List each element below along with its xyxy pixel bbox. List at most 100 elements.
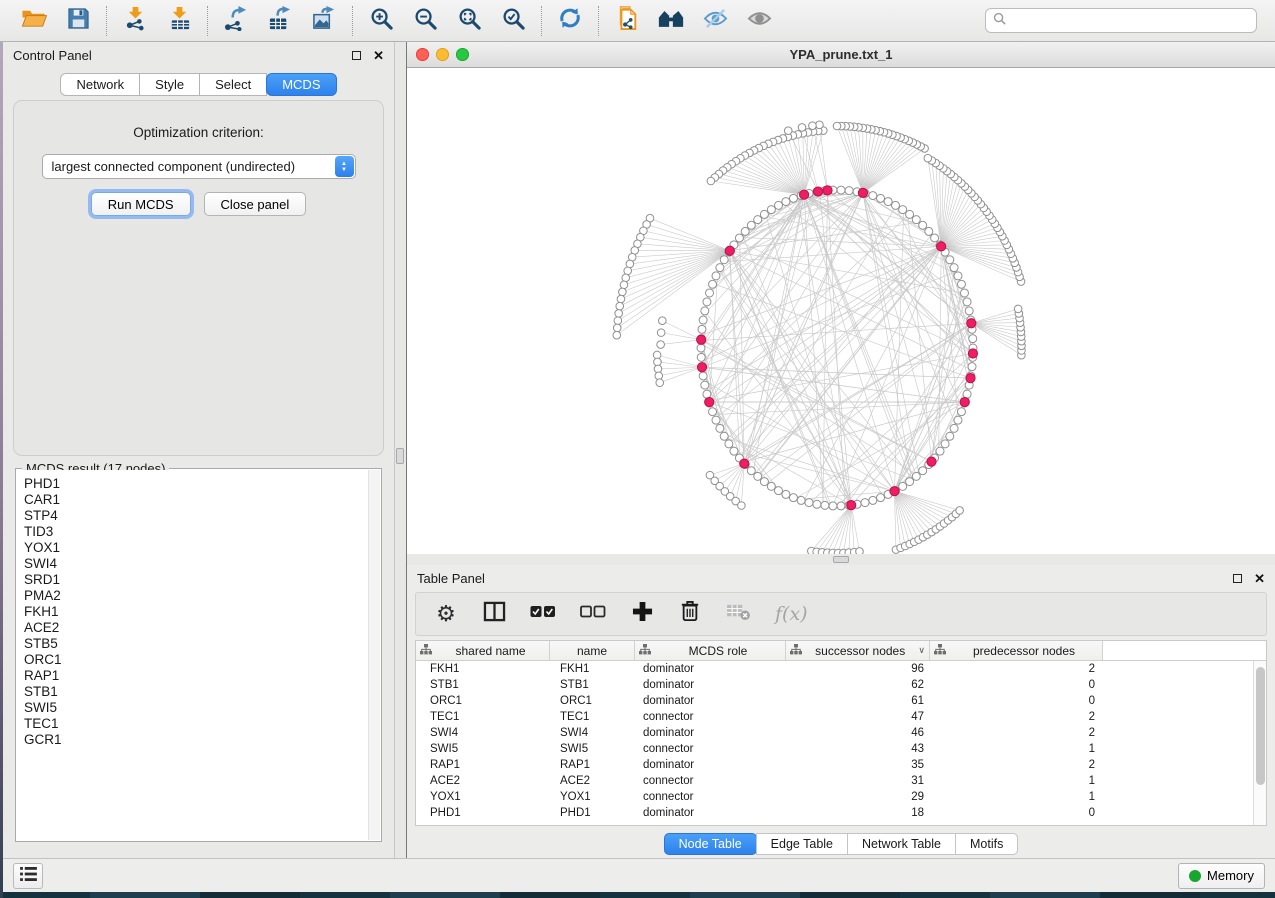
zoom-fit-button[interactable] [455,7,483,35]
graph-node[interactable] [754,472,762,480]
table-row[interactable]: RAP1RAP1dominator352 [416,757,1253,773]
export-image-button[interactable] [310,7,338,35]
result-list-item[interactable]: RAP1 [24,668,368,684]
graph-node[interactable] [809,122,817,130]
graph-node[interactable] [767,206,775,214]
hide-selected-button[interactable] [701,7,729,35]
result-list-item[interactable]: STB1 [24,684,368,700]
tab-network-table[interactable]: Network Table [847,833,956,855]
graph-node[interactable] [869,496,877,504]
graph-node[interactable] [798,124,806,132]
close-panel-icon[interactable]: ✕ [373,49,384,62]
result-list-item[interactable]: SWI5 [24,700,368,716]
graph-node[interactable] [829,502,837,510]
result-list-item[interactable]: STB5 [24,636,368,652]
graph-node[interactable] [698,325,706,333]
graph-node[interactable] [775,201,783,209]
graph-hub-node[interactable] [927,457,936,466]
graph-node[interactable] [614,317,622,325]
graph-node[interactable] [616,302,624,310]
graph-node[interactable] [954,272,962,280]
graph-node[interactable] [912,216,920,224]
graph-node[interactable] [619,288,627,296]
graph-node[interactable] [654,358,662,366]
graph-node[interactable] [712,416,720,424]
graph-node[interactable] [622,274,630,282]
column-header-successor-nodes[interactable]: successor nodes∨ [786,641,930,661]
result-list-item[interactable]: STP4 [24,508,368,524]
graph-node[interactable] [775,487,783,495]
graph-hub-node[interactable] [697,363,706,372]
graph-node[interactable] [613,331,621,339]
graph-node[interactable] [707,177,715,185]
table-scrollbar[interactable] [1253,661,1266,825]
zoom-in-button[interactable] [367,7,395,35]
first-neighbors-button[interactable] [657,7,685,35]
graph-node[interactable] [654,365,662,373]
column-header-predecessor-nodes[interactable]: predecessor nodes [930,641,1103,661]
graph-node[interactable] [741,227,749,235]
column-header-MCDS-role[interactable]: MCDS role [635,641,786,661]
table-row[interactable]: YOX1YOX1connector291 [416,789,1253,805]
graph-node[interactable] [706,289,714,297]
table-row[interactable]: TEC1TEC1connector472 [416,709,1253,725]
import-table-button[interactable] [165,7,193,35]
graph-node[interactable] [919,467,927,475]
tab-select[interactable]: Select [199,73,267,96]
result-list-item[interactable]: FKH1 [24,604,368,620]
graph-node[interactable] [703,298,711,306]
graph-node[interactable] [965,307,973,315]
column-header-name[interactable]: name [550,641,635,661]
graph-node[interactable] [797,496,805,504]
graph-node[interactable] [950,424,958,432]
graph-hub-node[interactable] [937,242,946,251]
graph-node[interactable] [1014,305,1022,313]
graph-node[interactable] [782,198,790,206]
graph-node[interactable] [703,390,711,398]
graph-node[interactable] [657,341,665,349]
create-column-button[interactable] [630,601,654,627]
graph-node[interactable] [837,502,845,510]
graph-node[interactable] [924,154,932,162]
graph-node[interactable] [950,264,958,272]
graph-node[interactable] [709,408,717,416]
graph-node[interactable] [891,201,899,209]
graph-node[interactable] [861,499,869,507]
graph-node[interactable] [620,281,628,289]
graph-node[interactable] [816,121,824,129]
graph-hub-node[interactable] [705,397,714,406]
graph-node[interactable] [963,298,971,306]
search-input[interactable] [1011,13,1256,28]
graph-node[interactable] [805,499,813,507]
zoom-out-button[interactable] [411,7,439,35]
graph-node[interactable] [869,192,877,200]
graph-hub-node[interactable] [799,190,808,199]
graph-node[interactable] [653,351,661,359]
graph-node[interactable] [701,307,709,315]
result-list-scrollbar[interactable] [368,470,380,840]
graph-node[interactable] [941,440,949,448]
deselect-all-button[interactable] [580,601,606,627]
splitter-handle-icon[interactable] [396,448,404,464]
select-all-button[interactable] [530,601,556,627]
graph-node[interactable] [969,335,977,343]
graph-hub-node[interactable] [967,319,976,328]
sort-desc-icon[interactable]: ∨ [918,645,925,656]
tab-edge-table[interactable]: Edge Table [756,833,848,855]
graph-node[interactable] [754,216,762,224]
graph-node[interactable] [960,289,968,297]
table-row[interactable]: FKH1FKH1dominator962 [416,661,1253,677]
result-list-item[interactable]: PMA2 [24,588,368,604]
run-mcds-button[interactable]: Run MCDS [91,192,191,216]
export-table-button[interactable] [266,7,294,35]
graph-hub-node[interactable] [890,487,899,496]
graph-node[interactable] [701,381,709,389]
graph-node[interactable] [899,206,907,214]
graph-hub-node[interactable] [813,187,822,196]
graph-hub-node[interactable] [725,246,734,255]
zoom-selected-button[interactable] [499,7,527,35]
criterion-select[interactable]: largest connected component (undirected)… [42,154,356,179]
graph-hub-node[interactable] [740,459,749,468]
graph-node[interactable] [784,127,792,135]
graph-hub-node[interactable] [858,188,867,197]
